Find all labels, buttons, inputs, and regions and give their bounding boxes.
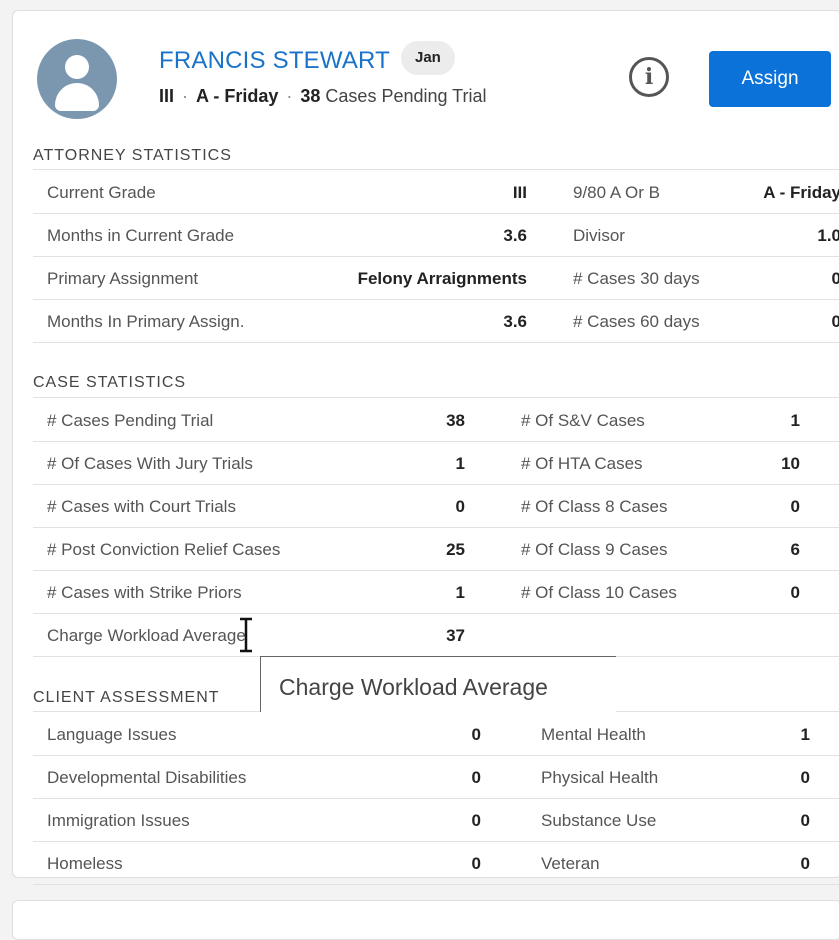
stat-label: # Cases Pending Trial <box>47 411 214 430</box>
stat-value: 1 <box>790 411 800 430</box>
stat-label: Months in Current Grade <box>47 226 235 245</box>
stat-row: Months in Current Grade 3.6 Divisor 1.0 <box>33 214 839 257</box>
stat-label: Months In Primary Assign. <box>47 312 245 331</box>
summary-grade: III <box>159 86 175 106</box>
stat-value: 1.0 <box>817 226 839 245</box>
stat-label: Mental Health <box>541 725 646 744</box>
stat-value: 3.6 <box>503 226 527 245</box>
stat-row: Developmental Disabilities 0 Physical Heal… <box>33 756 839 799</box>
stat-value: 3.6 <box>503 312 527 331</box>
stat-label: 9/80 A Or B <box>573 183 660 202</box>
stat-label: # Of S&V Cases <box>521 411 645 430</box>
stat-row: Current Grade III 9/80 A Or B A - Friday <box>33 171 839 214</box>
stat-value: 25 <box>446 540 465 559</box>
stat-row: Months In Primary Assign. 3.6 # Cases 60 d… <box>33 300 839 343</box>
stat-row: # Cases Pending Trial 38 # Of S&V Cases 1 <box>33 399 839 442</box>
stat-row: # Cases with Court Trials 0 # Of Class 8 C… <box>33 485 839 528</box>
tooltip: Charge Workload Average <box>260 656 616 712</box>
case-statistics-title: CASE STATISTICS <box>33 374 187 391</box>
stat-label: # Of Cases With Jury Trials <box>47 454 253 473</box>
stat-label: Language Issues <box>47 725 177 744</box>
stat-value: 0 <box>800 811 810 830</box>
stat-label: Divisor <box>573 226 625 245</box>
attorney-summary: III · A - Friday · 38 Cases Pending Trial <box>159 86 487 106</box>
stat-label: # Of Class 10 Cases <box>521 583 677 602</box>
stat-value: 0 <box>455 497 465 516</box>
stat-value: 6 <box>790 540 800 559</box>
stat-value: 0 <box>800 854 810 873</box>
stat-row: Charge Workload Average 37 <box>33 614 839 657</box>
stat-label: # Post Conviction Relief Cases <box>47 540 281 559</box>
stat-label: Physical Health <box>541 768 659 787</box>
stat-label: # Of Class 9 Cases <box>521 540 668 559</box>
stat-value: 0 <box>790 583 800 602</box>
info-icon[interactable]: i <box>629 57 669 97</box>
stat-label: Primary Assignment <box>47 269 199 288</box>
stat-label: Charge Workload Average <box>47 626 246 645</box>
stat-value: 0 <box>471 768 481 787</box>
assign-button[interactable]: Assign <box>709 51 831 107</box>
stat-label: # Cases with Strike Priors <box>47 583 242 602</box>
stat-label: # Cases 60 days <box>573 312 700 331</box>
stat-label: # Cases 30 days <box>573 269 700 288</box>
stat-value: Felony Arraignments <box>357 269 527 288</box>
attorney-statistics-title: ATTORNEY STATISTICS <box>33 147 232 164</box>
next-card <box>12 900 839 940</box>
stat-label: # Cases with Court Trials <box>47 497 236 516</box>
attorney-name-link[interactable]: FRANCIS STEWART <box>159 47 390 75</box>
month-badge: Jan <box>401 41 455 75</box>
stat-label: # Of HTA Cases <box>521 454 643 473</box>
attorney-card: FRANCIS STEWART Jan III · A - Friday · 38 Ca… <box>12 10 839 885</box>
stat-value: III <box>512 183 527 202</box>
stat-row: # Post Conviction Relief Cases 25 # Of Cla… <box>33 528 839 571</box>
stat-value: 1 <box>455 454 465 473</box>
stat-value: 1 <box>800 725 810 744</box>
stat-row: # Of Cases With Jury Trials 1 # Of HTA Cas… <box>33 442 839 485</box>
text-cursor-icon <box>240 617 252 653</box>
stat-value: 0 <box>471 854 481 873</box>
stat-label: Veteran <box>541 854 600 873</box>
stat-row: Homeless 0 Veteran 0 <box>33 842 839 885</box>
stat-row: # Cases with Strike Priors 1 # Of Class 10… <box>33 571 839 614</box>
stat-row: Language Issues 0 Mental Health 1 <box>33 713 839 756</box>
stat-value: 0 <box>790 497 800 516</box>
stat-label: Immigration Issues <box>47 811 190 830</box>
stat-value: 0 <box>831 312 839 331</box>
stat-label: Current Grade <box>47 183 156 202</box>
stat-value: 0 <box>471 811 481 830</box>
client-assessment-title: CLIENT ASSESSMENT <box>33 689 220 706</box>
stat-value: 10 <box>781 454 800 473</box>
summary-cases-count: 38 <box>300 86 321 106</box>
summary-cases-label: Cases Pending Trial <box>325 86 487 106</box>
stat-label: Substance Use <box>541 811 657 830</box>
stat-label: # Of Class 8 Cases <box>521 497 668 516</box>
stat-row: Primary Assignment Felony Arraignments # C… <box>33 257 839 300</box>
stat-value: 0 <box>471 725 481 744</box>
summary-day: A - Friday <box>196 86 279 106</box>
avatar-icon <box>37 39 117 119</box>
stat-value: 1 <box>455 583 465 602</box>
stat-label: Developmental Disabilities <box>47 768 247 787</box>
stat-value: 38 <box>446 411 465 430</box>
stat-value: A - Friday <box>763 183 839 202</box>
stat-label: Homeless <box>47 854 123 873</box>
stat-value: 0 <box>831 269 839 288</box>
stat-row: Immigration Issues 0 Substance Use 0 <box>33 799 839 842</box>
stat-value: 37 <box>446 626 465 645</box>
stat-value: 0 <box>800 768 810 787</box>
